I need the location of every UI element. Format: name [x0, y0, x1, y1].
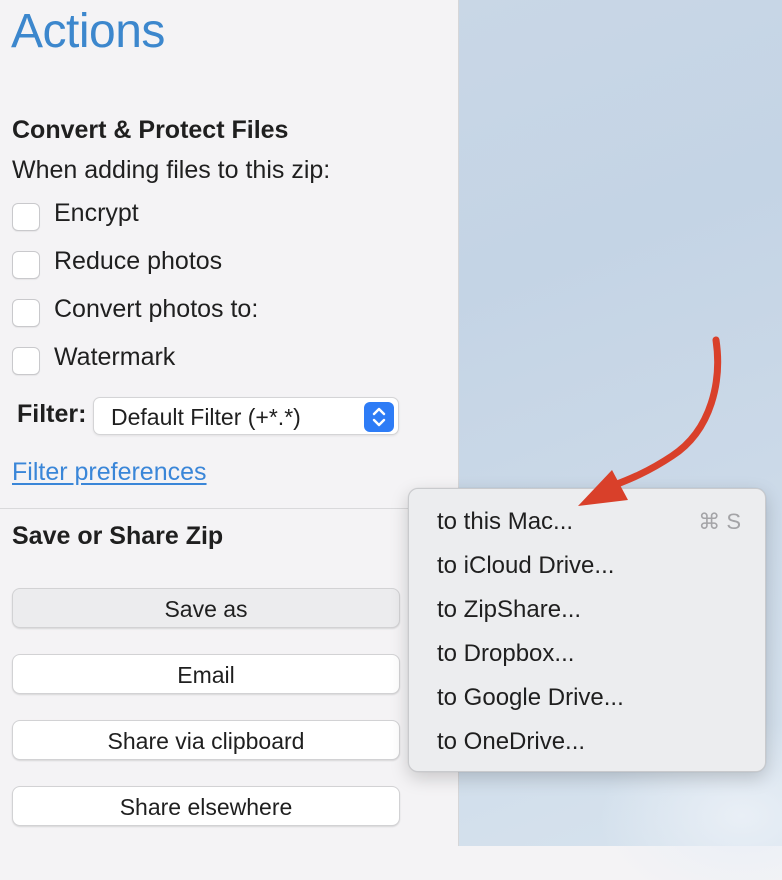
actions-panel: Actions Convert & Protect Files When add…: [0, 0, 459, 846]
menu-item-label: to this Mac...: [437, 508, 574, 535]
share-elsewhere-button[interactable]: Share elsewhere: [12, 786, 400, 826]
menu-item-label: to Google Drive...: [437, 684, 624, 711]
filter-label: Filter:: [17, 400, 87, 428]
convert-subtitle: When adding files to this zip:: [12, 156, 331, 184]
share-section-heading: Save or Share Zip: [12, 522, 224, 550]
menu-item-label: to Dropbox...: [437, 640, 575, 667]
updown-chevron-icon: [364, 402, 394, 432]
menu-item-this-mac[interactable]: to this Mac... ⌘ S: [409, 499, 765, 543]
menu-item-dropbox[interactable]: to Dropbox...: [409, 631, 765, 675]
option-encrypt[interactable]: Encrypt: [12, 198, 139, 231]
option-label: Reduce photos: [54, 246, 223, 275]
option-reduce-photos[interactable]: Reduce photos: [12, 246, 223, 279]
menu-shortcut: ⌘ S: [698, 509, 741, 534]
filter-preferences-link[interactable]: Filter preferences: [12, 458, 207, 487]
save-as-button[interactable]: Save as: [12, 588, 400, 628]
menu-item-label: to ZipShare...: [437, 596, 582, 623]
menu-item-onedrive[interactable]: to OneDrive...: [409, 719, 765, 763]
option-convert-photos[interactable]: Convert photos to:: [12, 294, 259, 327]
encrypt-checkbox[interactable]: [12, 203, 40, 231]
convert-photos-checkbox[interactable]: [12, 299, 40, 327]
menu-item-label: to iCloud Drive...: [437, 552, 615, 579]
menu-item-zipshare[interactable]: to ZipShare...: [409, 587, 765, 631]
option-label: Watermark: [54, 342, 176, 371]
page-title: Actions: [11, 5, 165, 58]
watermark-checkbox[interactable]: [12, 347, 40, 375]
menu-item-google-drive[interactable]: to Google Drive...: [409, 675, 765, 719]
filter-select[interactable]: Default Filter (+*.*): [93, 397, 399, 435]
share-via-clipboard-button[interactable]: Share via clipboard: [12, 720, 400, 760]
option-label: Encrypt: [54, 198, 139, 227]
menu-item-label: to OneDrive...: [437, 728, 586, 755]
filter-select-value: Default Filter (+*.*): [111, 404, 301, 430]
convert-section-heading: Convert & Protect Files: [12, 116, 289, 144]
section-divider: [0, 508, 458, 509]
option-watermark[interactable]: Watermark: [12, 342, 176, 375]
email-button[interactable]: Email: [12, 654, 400, 694]
save-destination-menu: to this Mac... ⌘ S to iCloud Drive... to…: [408, 488, 766, 772]
option-label: Convert photos to:: [54, 294, 259, 323]
menu-item-icloud-drive[interactable]: to iCloud Drive...: [409, 543, 765, 587]
reduce-photos-checkbox[interactable]: [12, 251, 40, 279]
